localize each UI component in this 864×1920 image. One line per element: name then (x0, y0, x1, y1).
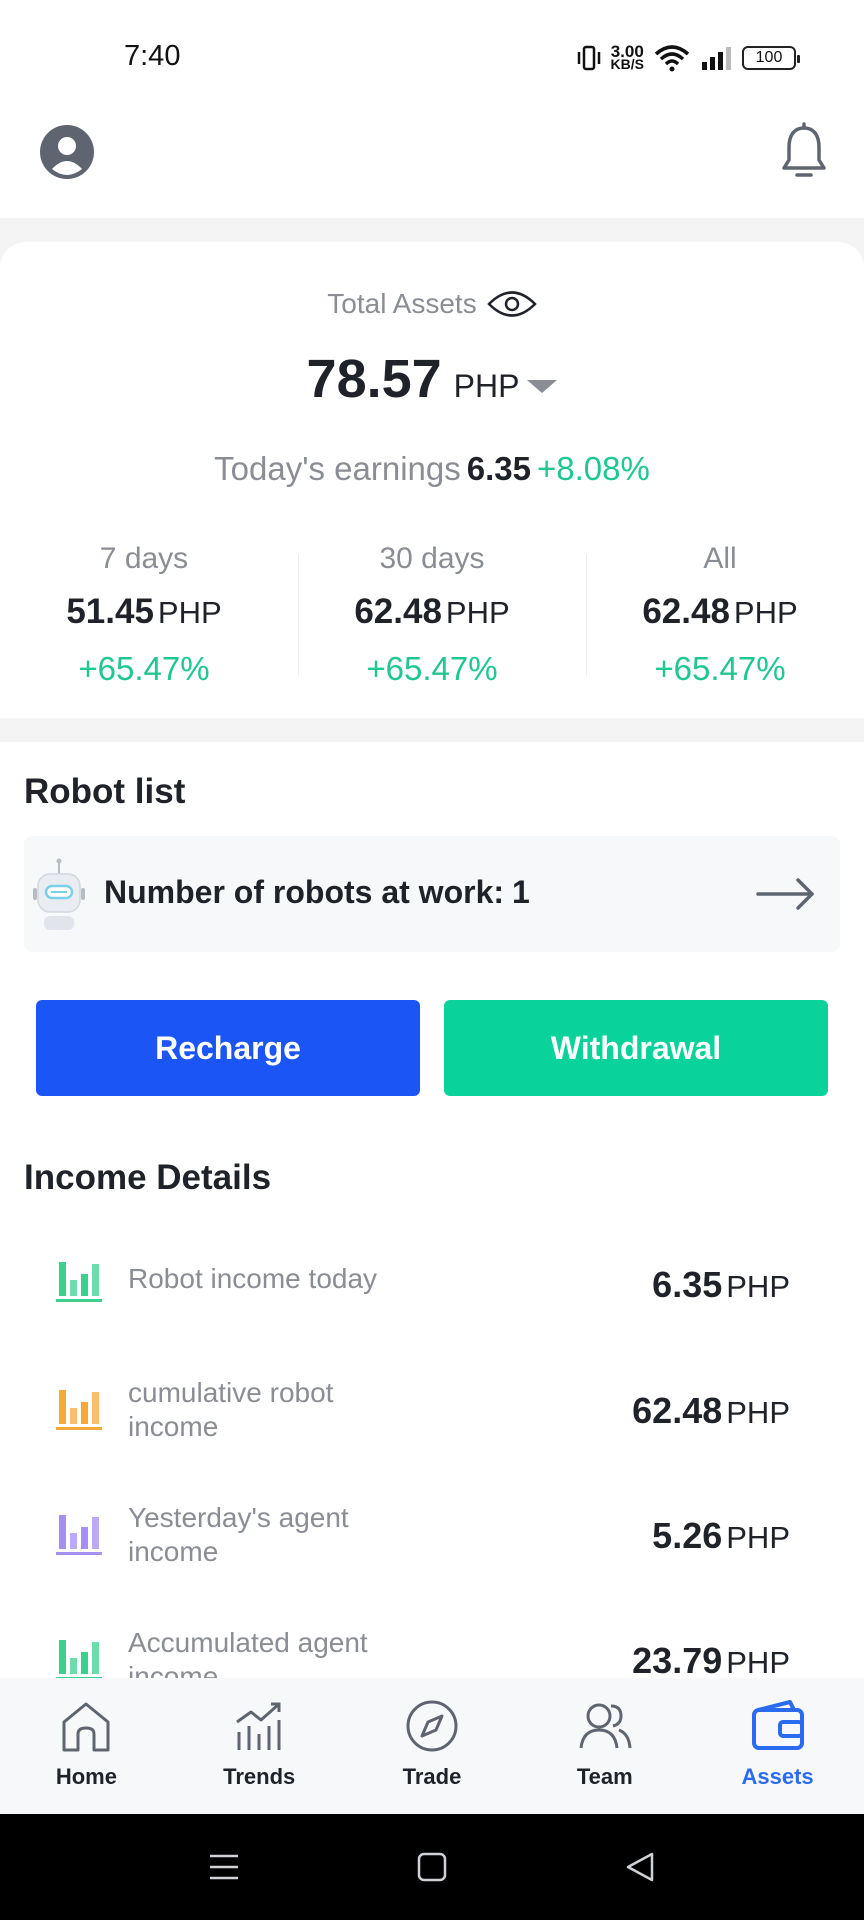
bar-chart-icon (56, 1515, 102, 1555)
income-row-cumulative-robot: cumulative robot income 62.48 PHP (0, 1366, 864, 1456)
home-square-icon[interactable] (412, 1847, 452, 1887)
signal-icon (702, 47, 731, 70)
wifi-icon (654, 45, 690, 72)
assets-card: Total Assets 78.57 PHP Today's earnings 6… (0, 242, 864, 718)
today-earnings: Today's earnings 6.35 +8.08% (214, 450, 650, 487)
total-assets-label: Total Assets (0, 288, 864, 320)
net-speed: 3.00 KB/S (610, 42, 644, 72)
eye-icon[interactable] (486, 289, 537, 319)
bell-icon[interactable] (780, 122, 828, 182)
nav-home[interactable]: Home (0, 1678, 173, 1814)
compass-icon (406, 1700, 458, 1752)
status-icons: 3.00 KB/S 100 (577, 40, 800, 76)
currency-selector[interactable]: PHP (454, 368, 558, 405)
total-assets-amount: 78.57 PHP (0, 348, 864, 410)
nav-trends[interactable]: Trends (173, 1678, 346, 1814)
robot-list-title: Robot list (24, 772, 186, 811)
robot-list-row[interactable]: Number of robots at work: 1 (24, 836, 840, 952)
back-icon[interactable] (620, 1847, 660, 1887)
menu-icon[interactable] (204, 1847, 244, 1887)
bar-chart-icon (56, 1262, 102, 1302)
recharge-button[interactable]: Recharge (36, 1000, 420, 1096)
status-time: 7:40 (124, 40, 181, 72)
avatar-icon[interactable] (40, 125, 94, 179)
arrow-right-icon[interactable] (756, 876, 816, 912)
robot-count-text: Number of robots at work: 1 (104, 874, 530, 910)
bar-chart-icon (56, 1640, 102, 1680)
caret-down-icon (527, 380, 558, 393)
total-assets-value: 78.57 (306, 349, 442, 409)
team-icon (579, 1703, 632, 1749)
period-all: All 62.48 PHP +65.47% (576, 542, 864, 688)
period-30-days: 30 days 62.48 PHP +65.47% (288, 542, 576, 688)
nav-trade[interactable]: Trade (346, 1678, 519, 1814)
robot-icon (33, 858, 85, 930)
income-details-title: Income Details (24, 1158, 272, 1197)
robot-count: 1 (512, 874, 530, 910)
income-row-yesterday-agent: Yesterday's agent income 5.26 PHP (0, 1491, 864, 1581)
period-stats: 7 days 51.45 PHP +65.47% 30 days 62.48 PHP… (0, 542, 864, 688)
today-earnings-value: 6.35 (466, 450, 531, 487)
home-icon (62, 1702, 110, 1752)
wallet-icon (751, 1700, 804, 1750)
bar-chart-icon (56, 1390, 102, 1430)
battery-icon: 100 (742, 46, 800, 70)
main-section: Robot list Number of robots at work: 1 Re… (0, 742, 864, 1692)
system-nav-bar (0, 1814, 864, 1920)
today-earnings-percent: +8.08% (537, 450, 650, 487)
nav-assets[interactable]: Assets (691, 1678, 864, 1814)
status-bar: 7:40 3.00 KB/S 100 (0, 0, 864, 110)
withdrawal-button[interactable]: Withdrawal (444, 1000, 828, 1096)
nav-team[interactable]: Team (518, 1678, 691, 1814)
income-row-robot-today: Robot income today 6.35 PHP (0, 1254, 864, 1344)
bottom-nav: Home Trends Trade Team Assets (0, 1678, 864, 1814)
period-7-days: 7 days 51.45 PHP +65.47% (66, 542, 222, 687)
header (0, 110, 864, 218)
trends-icon (236, 1702, 281, 1750)
vibrate-icon (577, 45, 600, 71)
